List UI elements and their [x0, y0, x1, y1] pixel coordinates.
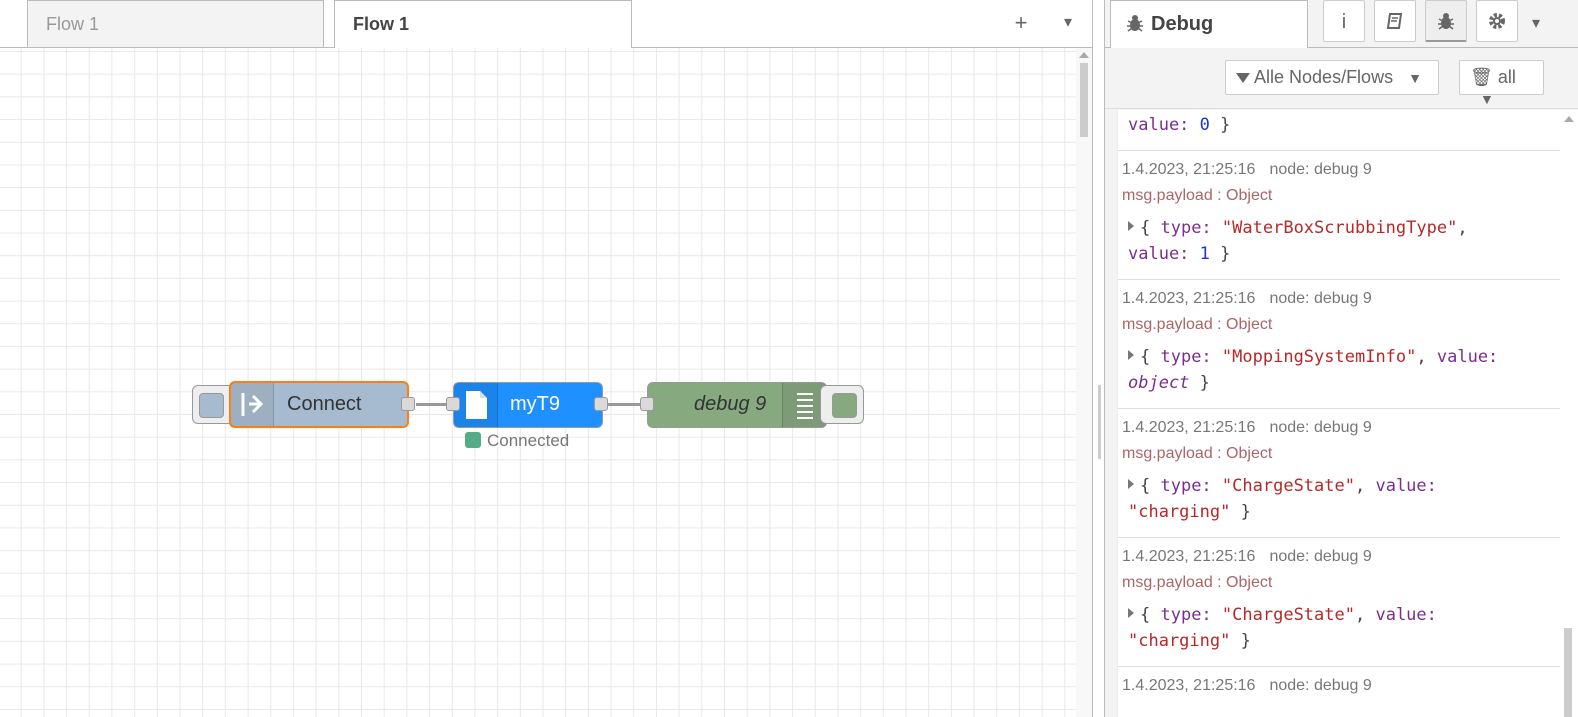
separator-grip[interactable]	[1098, 385, 1101, 459]
message-meta: 1.4.2023, 21:25:16 node: debug 9	[1122, 548, 1372, 565]
myt9-input-port[interactable]	[446, 397, 460, 411]
debug-toggle-button[interactable]	[832, 393, 857, 418]
connect-node-trigger-button[interactable]	[199, 393, 224, 418]
message-value: { type: "WaterBoxMoppingType", value: 0 …	[1122, 110, 1556, 138]
myt9-node-icon-area	[454, 383, 498, 427]
message-topic: msg.payload : Object	[1122, 316, 1273, 333]
expand-triangle-icon[interactable]	[1128, 608, 1134, 618]
connect-output-port[interactable]	[401, 397, 415, 411]
filter-label: Alle Nodes/Flows	[1254, 67, 1394, 87]
gear-icon[interactable]	[1476, 0, 1518, 42]
chevron-down-icon: ▼	[1480, 91, 1494, 107]
chevron-down-icon: ▼	[1408, 70, 1422, 86]
clear-messages-button[interactable]: 🗑 all ▼	[1459, 60, 1544, 107]
debug-toolbar: Alle Nodes/Flows ▼ 🗑 all ▼	[1105, 48, 1578, 109]
debug-message-partial-bottom: 1.4.2023, 21:25:16 node: debug 9	[1118, 667, 1560, 709]
expand-triangle-icon[interactable]	[1128, 350, 1134, 360]
debug-message: 1.4.2023, 21:25:16 node: debug 9 msg.payl…	[1118, 280, 1560, 409]
message-meta: 1.4.2023, 21:25:16 node: debug 9	[1122, 677, 1372, 694]
scrollbar-thumb[interactable]	[1080, 63, 1088, 137]
filter-icon	[1236, 73, 1250, 83]
scroll-up-arrow[interactable]	[1079, 52, 1089, 58]
message-value[interactable]: { type: "ChargeState", value: "charging"…	[1122, 602, 1556, 654]
bug-icon-active[interactable]	[1425, 0, 1467, 42]
canvas-vertical-scrollbar[interactable]	[1076, 48, 1092, 717]
add-flow-button[interactable]: +	[1006, 8, 1036, 38]
expand-triangle-icon[interactable]	[1128, 221, 1134, 231]
debug-message: 1.4.2023, 21:25:16 node: debug 9 msg.payl…	[1118, 151, 1560, 280]
debug-message-partial: { type: "WaterBoxMoppingType", value: 0 …	[1118, 110, 1560, 151]
scrollbar-thumb[interactable]	[1564, 628, 1572, 717]
message-value[interactable]: { type: "MoppingSystemInfo", value: obje…	[1122, 344, 1556, 396]
status-dot-icon	[465, 432, 481, 448]
tab-debug[interactable]: Debug	[1110, 0, 1308, 49]
tab-flow-1-active[interactable]: Flow 1	[334, 0, 632, 49]
arrow-in-icon	[241, 393, 264, 416]
bug-icon	[1125, 13, 1145, 39]
book-icon[interactable]	[1374, 0, 1416, 42]
debug-message: 1.4.2023, 21:25:16 node: debug 9 msg.payl…	[1118, 409, 1560, 538]
clear-label: all	[1497, 67, 1516, 87]
filter-nodes-button[interactable]: Alle Nodes/Flows ▼	[1225, 60, 1439, 95]
message-meta: 1.4.2023, 21:25:16 node: debug 9	[1122, 161, 1372, 178]
sidebar-menu-chevron-icon[interactable]: ▾	[1532, 13, 1540, 33]
debug-node-label: debug 9	[694, 393, 767, 415]
sidebar-tabbar: Debug i ▾	[1105, 0, 1578, 49]
file-icon	[466, 391, 487, 419]
debug-node[interactable]: debug 9	[647, 382, 827, 428]
message-value[interactable]: { type: "WaterBoxScrubbingType", value: …	[1122, 215, 1556, 267]
workspace: Flow 1 Flow 1 + ▾ Connect myT9 Connected…	[0, 0, 1092, 717]
info-icon[interactable]: i	[1323, 0, 1365, 42]
sidebar: Debug i ▾ Alle Nodes/Flows ▼ 🗑 all ▼ {	[1105, 0, 1578, 717]
myt9-node[interactable]: myT9	[453, 382, 603, 428]
message-topic: msg.payload : Object	[1122, 187, 1273, 204]
tab-debug-label: Debug	[1151, 13, 1214, 35]
myt9-status-text: Connected	[487, 431, 570, 450]
debug-message-list[interactable]: { type: "WaterBoxMoppingType", value: 0 …	[1117, 110, 1560, 717]
message-value[interactable]: { type: "ChargeState", value: "charging"…	[1122, 473, 1556, 525]
workspace-tabbar: Flow 1 Flow 1 + ▾	[0, 0, 1092, 49]
connect-node[interactable]: Connect	[229, 381, 409, 428]
connect-node-icon-area	[231, 383, 274, 426]
expand-triangle-icon[interactable]	[1128, 479, 1134, 489]
debug-list-scrollbar[interactable]	[1560, 110, 1578, 717]
message-topic: msg.payload : Object	[1122, 445, 1273, 462]
connect-node-label: Connect	[287, 393, 362, 415]
myt9-node-label: myT9	[510, 393, 560, 415]
myt9-output-port[interactable]	[594, 397, 608, 411]
debug-input-port[interactable]	[640, 397, 654, 411]
debug-message: 1.4.2023, 21:25:16 node: debug 9 msg.payl…	[1118, 538, 1560, 667]
sidebar-separator[interactable]	[1092, 0, 1105, 717]
message-meta: 1.4.2023, 21:25:16 node: debug 9	[1122, 419, 1372, 436]
message-topic: msg.payload : Object	[1122, 574, 1273, 591]
flow-menu-button[interactable]: ▾	[1053, 8, 1083, 38]
trash-icon: 🗑	[1470, 67, 1493, 87]
message-meta: 1.4.2023, 21:25:16 node: debug 9	[1122, 290, 1372, 307]
scroll-up-arrow[interactable]	[1564, 116, 1574, 122]
tab-flow-1-inactive[interactable]: Flow 1	[27, 0, 324, 47]
